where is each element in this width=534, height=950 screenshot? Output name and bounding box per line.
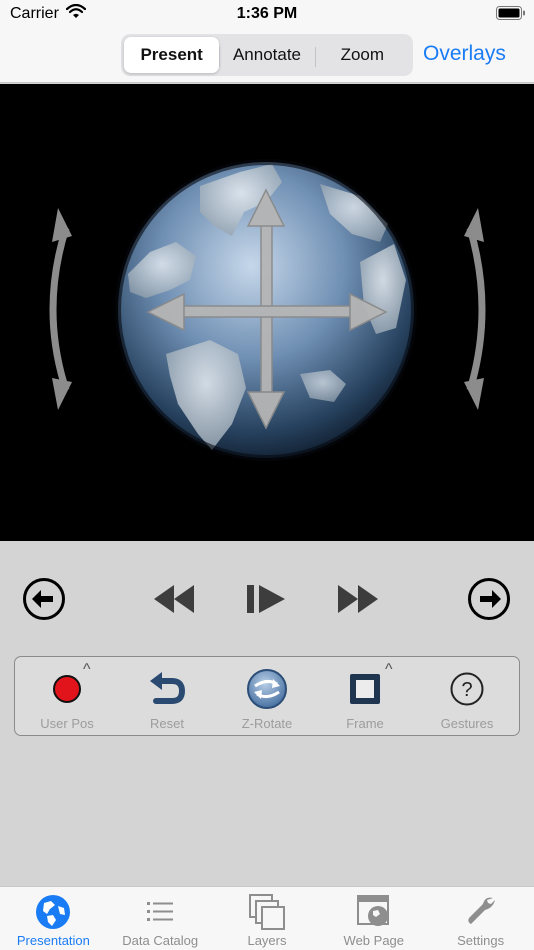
controls-panel: ^ User Pos Reset Z-Rotate ^ Frame ? Gest… <box>0 541 534 886</box>
segment-present[interactable]: Present <box>124 37 220 73</box>
reset-tool[interactable]: Reset <box>117 657 217 737</box>
user-pos-label: User Pos <box>40 716 94 731</box>
mode-segmented-control: Present Annotate Zoom <box>121 34 413 76</box>
globe-viewer[interactable] <box>0 84 534 541</box>
frame-tool[interactable]: ^ Frame <box>315 657 415 737</box>
red-dot-icon <box>17 667 117 711</box>
user-pos-caret[interactable]: ^ <box>83 661 91 679</box>
tab-data-catalog-label: Data Catalog <box>122 933 199 948</box>
tab-layers[interactable]: Layers <box>214 887 321 950</box>
tab-presentation-label: Presentation <box>16 933 90 948</box>
battery-icon <box>496 6 526 26</box>
fast-forward-icon[interactable] <box>334 581 380 617</box>
rewind-icon[interactable] <box>152 581 198 617</box>
frame-caret[interactable]: ^ <box>385 661 393 679</box>
segment-annotate[interactable]: Annotate <box>219 37 314 73</box>
step-play-icon[interactable] <box>245 581 289 617</box>
tab-web-page[interactable]: Web Page <box>320 887 427 950</box>
tab-settings[interactable]: Settings <box>427 887 534 950</box>
wrench-icon <box>427 893 534 931</box>
z-rotate-label: Z-Rotate <box>241 716 293 731</box>
tab-bar: Presentation Data Catalog Layers Web Pag… <box>0 886 534 950</box>
next-circle-icon[interactable] <box>467 577 511 621</box>
tab-web-page-label: Web Page <box>343 933 405 948</box>
undo-arrow-icon <box>117 667 217 711</box>
tab-layers-label: Layers <box>247 933 287 948</box>
tab-presentation[interactable]: Presentation <box>0 887 107 950</box>
globe-icon <box>0 893 107 931</box>
web-page-icon <box>320 893 427 931</box>
globe-with-pan-arrows-icon <box>49 159 486 461</box>
gestures-tool[interactable]: ? Gestures <box>417 657 517 737</box>
z-rotate-tool[interactable]: Z-Rotate <box>217 657 317 737</box>
curved-double-arrow-icon <box>49 208 72 410</box>
question-circle-icon: ? <box>417 667 517 711</box>
status-bar: Carrier 1:36 PM <box>0 0 534 28</box>
layers-icon <box>214 893 321 931</box>
status-time: 1:36 PM <box>236 5 298 22</box>
previous-circle-icon[interactable] <box>22 577 66 621</box>
navigation-bar: Present Annotate Zoom Overlays <box>0 28 534 83</box>
gestures-label: Gestures <box>440 716 494 731</box>
rotate-circle-icon <box>217 667 317 711</box>
frame-square-icon <box>315 667 415 711</box>
tab-settings-label: Settings <box>457 933 505 948</box>
frame-label: Frame <box>346 716 384 731</box>
svg-text:?: ? <box>461 679 472 701</box>
overlays-button[interactable]: Overlays <box>423 42 506 66</box>
curved-double-arrow-icon <box>464 208 486 410</box>
user-pos-tool[interactable]: ^ User Pos <box>17 657 117 737</box>
list-icon <box>107 893 214 931</box>
tool-palette: ^ User Pos Reset Z-Rotate ^ Frame ? Gest… <box>14 656 520 736</box>
tab-data-catalog[interactable]: Data Catalog <box>107 887 214 950</box>
segment-zoom[interactable]: Zoom <box>314 37 410 73</box>
reset-label: Reset <box>150 716 184 731</box>
